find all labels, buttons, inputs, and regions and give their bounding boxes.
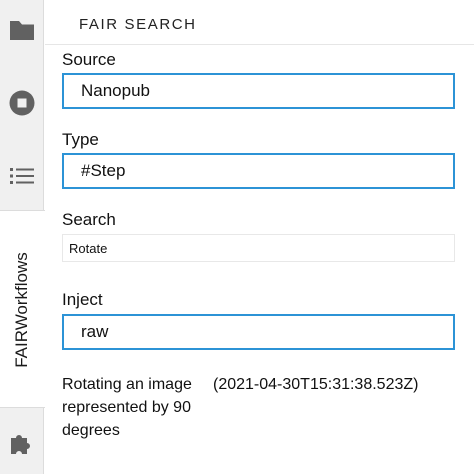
- folder-icon: [10, 21, 34, 40]
- source-value: Nanopub: [81, 81, 151, 100]
- extension-manager-tab[interactable]: [0, 410, 44, 474]
- left-activity-bar: FAIRWorkflows: [0, 0, 45, 474]
- source-field[interactable]: Nanopub: [62, 73, 455, 109]
- search-value: Rotate: [69, 240, 108, 256]
- inject-label: Inject: [62, 290, 103, 309]
- fairworkflows-tab-label: FAIRWorkflows: [12, 252, 31, 368]
- file-browser-tab[interactable]: [0, 0, 44, 63]
- source-label: Source: [62, 50, 116, 69]
- result-timestamp: (2021-04-30T15:31:38.523Z): [213, 376, 419, 393]
- running-sessions-tab[interactable]: [0, 70, 44, 136]
- list-icon: [10, 168, 34, 184]
- table-of-contents-tab[interactable]: [0, 143, 44, 209]
- type-field[interactable]: #Step: [62, 153, 455, 189]
- puzzle-icon: [11, 435, 30, 454]
- type-value: #Step: [81, 161, 126, 180]
- search-input[interactable]: Rotate: [62, 234, 455, 262]
- search-label: Search: [62, 210, 116, 229]
- fairworkflows-tab[interactable]: FAIRWorkflows: [0, 210, 45, 408]
- jupyterlab-window: FAIRWorkflows FAIR SEARCH Source Nanopub…: [0, 0, 474, 474]
- fair-search-panel: FAIR SEARCH Source Nanopub Type #Step Se…: [45, 0, 474, 474]
- result-description[interactable]: Rotating an image represented by 90 degr…: [62, 373, 202, 442]
- stop-circle-icon: [9, 90, 35, 116]
- type-label: Type: [62, 130, 99, 149]
- title-divider: [45, 44, 474, 45]
- panel-title: FAIR SEARCH: [79, 16, 197, 33]
- inject-value: raw: [81, 322, 109, 341]
- inject-field[interactable]: raw: [62, 314, 455, 350]
